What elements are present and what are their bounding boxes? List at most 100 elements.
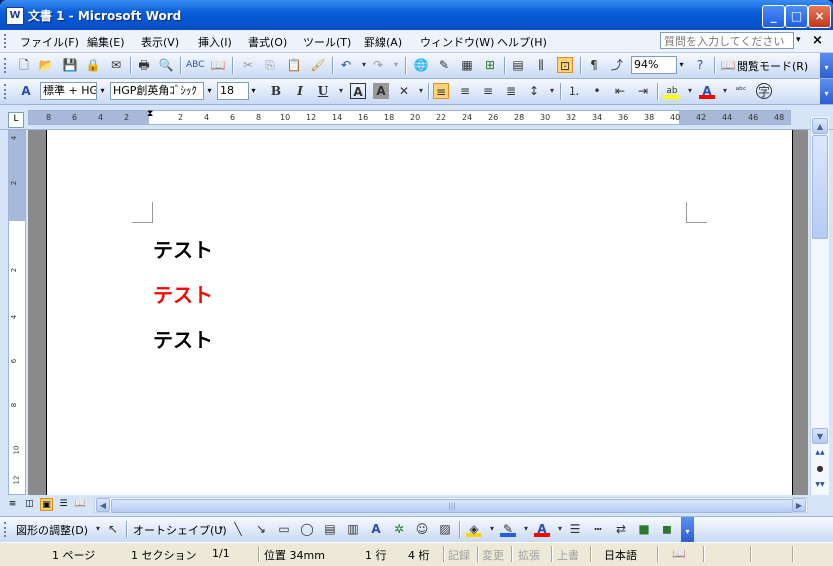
menu-tools[interactable]: ツール(T) xyxy=(303,34,351,50)
font-color-dropdown-icon[interactable]: ▾ xyxy=(717,83,733,99)
underline-button[interactable]: U xyxy=(315,83,331,99)
tables-borders-icon[interactable]: ✎ xyxy=(436,57,452,73)
minimize-button[interactable]: _ xyxy=(762,5,785,28)
close-document-button[interactable]: × xyxy=(812,33,823,48)
reading-layout-icon[interactable]: 📖 xyxy=(74,498,87,511)
ask-question-input[interactable]: 質問を入力してください xyxy=(660,32,794,49)
drawing-icon[interactable]: ⫼ xyxy=(533,57,549,73)
menu-view[interactable]: 表示(V) xyxy=(141,34,179,50)
research-icon[interactable]: 📖 xyxy=(210,57,226,73)
paste-icon[interactable]: 📋 xyxy=(286,57,302,73)
reading-icon[interactable]: ⤴ xyxy=(609,57,625,73)
scroll-right-icon[interactable]: ▶ xyxy=(792,498,806,512)
toolbar-grip[interactable] xyxy=(4,34,9,48)
align-left-icon[interactable]: ≡ xyxy=(433,83,449,99)
zoom-combo[interactable]: 94% xyxy=(631,56,677,74)
reading-mode-button[interactable]: 閲覧モード(R) xyxy=(737,58,808,74)
spelling-status-icon[interactable]: 📖 xyxy=(672,547,686,560)
menu-table[interactable]: 罫線(A) xyxy=(364,34,402,50)
print-layout-icon[interactable]: ▣ xyxy=(40,498,53,511)
toolbar-grip[interactable] xyxy=(4,58,9,73)
align-right-icon[interactable]: ≡ xyxy=(480,83,496,99)
bullets-icon[interactable]: • xyxy=(589,83,605,99)
italic-button[interactable]: I xyxy=(292,83,308,99)
permission-icon[interactable]: 🔒 xyxy=(85,57,101,73)
font-size-combo[interactable]: 18 xyxy=(217,82,249,100)
word-app-icon[interactable]: W xyxy=(6,7,24,25)
show-hide-icon[interactable]: ¶ xyxy=(586,57,602,73)
save-icon[interactable]: 💾 xyxy=(62,57,78,73)
insert-table-icon[interactable]: ▦ xyxy=(459,57,475,73)
maximize-button[interactable]: □ xyxy=(785,5,808,28)
spelling-icon[interactable]: ABC xyxy=(186,57,204,73)
copy-icon[interactable]: ⎘ xyxy=(262,57,278,73)
status-record[interactable]: 記録 xyxy=(448,547,470,563)
hyperlink-icon[interactable]: 🌐 xyxy=(413,57,429,73)
line-color-dropdown-icon[interactable]: ▾ xyxy=(518,521,534,537)
email-icon[interactable]: ✉ xyxy=(108,57,124,73)
autoshapes-dropdown-icon[interactable]: ▾ xyxy=(213,521,229,537)
vertical-text-box-icon[interactable]: ▥ xyxy=(345,521,361,537)
bold-button[interactable]: B xyxy=(268,83,284,99)
web-layout-icon[interactable]: ◫ xyxy=(23,498,36,511)
help-icon[interactable]: ? xyxy=(692,57,708,73)
align-center-icon[interactable]: ≡ xyxy=(457,83,473,99)
document-line-1[interactable]: テスト xyxy=(153,234,213,263)
close-button[interactable]: × xyxy=(808,5,831,28)
document-line-3[interactable]: テスト xyxy=(153,324,213,353)
fill-color-dropdown-icon[interactable]: ▾ xyxy=(484,521,500,537)
dash-style-icon[interactable]: ┅ xyxy=(590,521,606,537)
normal-view-icon[interactable]: ≡ xyxy=(6,498,19,511)
picture-icon[interactable]: ▨ xyxy=(437,521,453,537)
status-extend[interactable]: 拡張 xyxy=(518,547,540,563)
character-scaling-dropdown-icon[interactable]: ▾ xyxy=(413,83,429,99)
arrow-icon[interactable]: ↘ xyxy=(253,521,269,537)
menu-file[interactable]: ファイル(F) xyxy=(20,34,79,50)
horizontal-scrollbar[interactable]: ◀ ||| ▶ xyxy=(94,497,808,513)
document-map-icon[interactable]: ⊡ xyxy=(557,57,573,73)
line-color-icon[interactable]: ✎ xyxy=(500,521,516,537)
toolbar-grip[interactable] xyxy=(4,522,9,537)
open-icon[interactable]: 📂 xyxy=(38,57,54,73)
highlight-icon[interactable]: ab xyxy=(664,83,680,99)
diagram-icon[interactable]: ✲ xyxy=(391,521,407,537)
redo-dropdown-icon[interactable]: ▾ xyxy=(388,57,404,73)
document-page[interactable]: テスト テスト テスト xyxy=(46,130,793,495)
undo-icon[interactable]: ↶ xyxy=(338,57,354,73)
justify-icon[interactable]: ≣ xyxy=(503,83,519,99)
font-color-icon[interactable]: A xyxy=(699,83,715,99)
line-spacing-icon[interactable]: ↕ xyxy=(526,83,542,99)
decrease-indent-icon[interactable]: ⇤ xyxy=(612,83,628,99)
character-scaling-icon[interactable]: ✕ xyxy=(396,83,412,99)
select-browse-object-icon[interactable]: ● xyxy=(812,461,828,477)
highlight-dropdown-icon[interactable]: ▾ xyxy=(682,83,698,99)
zoom-dropdown-icon[interactable]: ▾ xyxy=(676,56,687,74)
3d-style-icon[interactable]: ◼ xyxy=(659,521,675,537)
shadow-style-icon[interactable]: ■ xyxy=(636,521,652,537)
character-shading-button[interactable]: A xyxy=(373,83,389,99)
menu-format[interactable]: 書式(O) xyxy=(248,34,287,50)
scroll-down-icon[interactable]: ▼ xyxy=(812,428,828,444)
wordart-icon[interactable]: A xyxy=(368,521,384,537)
menu-insert[interactable]: 挿入(I) xyxy=(198,34,232,50)
draw-font-color-dropdown-icon[interactable]: ▾ xyxy=(552,521,568,537)
status-overtype[interactable]: 上書 xyxy=(557,547,579,563)
format-painter-icon[interactable]: 🖌 xyxy=(310,57,326,73)
print-preview-icon[interactable]: 🔍 xyxy=(158,57,174,73)
clip-art-icon[interactable]: ☺ xyxy=(414,521,430,537)
horizontal-scroll-thumb[interactable]: ||| xyxy=(111,499,793,513)
new-document-icon[interactable]: 🗋 xyxy=(16,57,32,73)
oval-icon[interactable]: ◯ xyxy=(299,521,315,537)
tab-selector[interactable]: L xyxy=(8,112,24,128)
character-border-button[interactable]: A xyxy=(350,83,366,99)
underline-dropdown-icon[interactable]: ▾ xyxy=(333,83,349,99)
styles-formatting-icon[interactable]: A xyxy=(18,83,34,99)
status-track-changes[interactable]: 変更 xyxy=(482,547,504,563)
draw-menu-dropdown-icon[interactable]: ▾ xyxy=(90,521,106,537)
draw-menu-button[interactable]: 図形の調整(D) xyxy=(16,522,88,538)
toolbar-options-icon[interactable]: ▾ xyxy=(681,517,694,542)
next-page-icon[interactable]: ▼▼ xyxy=(812,477,828,493)
toolbar-options-icon[interactable]: ▾ xyxy=(820,79,833,104)
print-icon[interactable]: 🖶 xyxy=(136,57,152,73)
style-dropdown-icon[interactable]: ▾ xyxy=(97,82,108,100)
